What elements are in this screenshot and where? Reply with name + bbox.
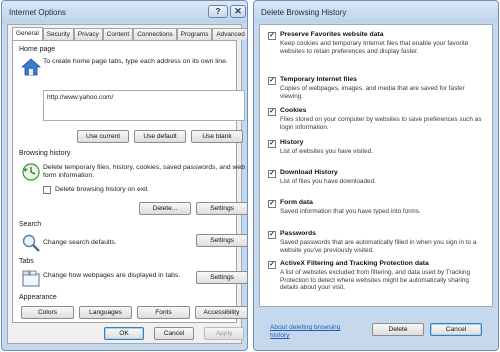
- option-title: ActiveX Filtering and Tracking Protectio…: [280, 260, 429, 267]
- general-tab-page: Home page To create home page tabs, type…: [12, 40, 247, 323]
- tab-security[interactable]: Security: [42, 28, 74, 40]
- title-bar[interactable]: Internet Options ? ✕: [2, 1, 247, 23]
- help-button[interactable]: ?: [208, 5, 228, 18]
- home-page-description: To create home page tabs, type each addr…: [43, 58, 228, 65]
- home-page-heading: Home page: [19, 46, 56, 53]
- tab-content[interactable]: Content: [102, 28, 134, 40]
- browsing-history-heading: Browsing history: [19, 150, 71, 157]
- preserve-favorites-checkbox[interactable]: ✓: [268, 32, 276, 40]
- delete-history-button[interactable]: Delete...: [139, 202, 191, 215]
- option-title: Form data: [280, 199, 313, 206]
- delete-button[interactable]: Delete: [372, 323, 424, 336]
- cancel-button[interactable]: Cancel: [154, 327, 194, 340]
- fonts-button[interactable]: Fonts: [137, 306, 190, 319]
- option-description: A list of websites excluded from filteri…: [280, 269, 471, 292]
- use-default-button[interactable]: Use default: [134, 130, 186, 143]
- option-title: Preserve Favorites website data: [280, 31, 384, 38]
- tab-general[interactable]: General: [12, 27, 43, 40]
- apply-button[interactable]: Apply: [204, 327, 244, 340]
- tab-programs[interactable]: Programs: [176, 28, 213, 40]
- use-blank-button[interactable]: Use blank: [191, 130, 243, 143]
- about-deleting-history-link[interactable]: About deleting browsing history: [270, 324, 358, 340]
- title-bar[interactable]: Delete Browsing History: [254, 1, 498, 23]
- cancel-button[interactable]: Cancel: [430, 323, 482, 336]
- option-title: Passwords: [280, 230, 316, 237]
- option-title: History: [280, 139, 304, 146]
- delete-on-exit-label: Delete browsing history on exit: [55, 186, 148, 193]
- delete-on-exit-checkbox[interactable]: [43, 186, 51, 194]
- option-description: Copies of webpages, images, and media th…: [280, 85, 465, 100]
- download-history-checkbox[interactable]: ✓: [268, 170, 276, 178]
- browsing-history-description: Delete temporary files, history, cookies…: [43, 164, 245, 179]
- history-settings-button[interactable]: Settings: [196, 202, 247, 215]
- option-description: List of websites you have visited.: [280, 148, 374, 155]
- accessibility-button[interactable]: Accessibility: [195, 306, 247, 319]
- option-description: Files stored on your computer by website…: [280, 116, 482, 131]
- tab-connections[interactable]: Connections: [133, 28, 177, 40]
- option-title: Temporary Internet files: [280, 76, 357, 83]
- activex-tracking-checkbox[interactable]: ✓: [268, 261, 276, 269]
- appearance-heading: Appearance: [19, 294, 57, 301]
- tab-advanced[interactable]: Advanced: [212, 28, 247, 40]
- languages-button[interactable]: Languages: [79, 306, 132, 319]
- option-description: Keep cookies and temporary Internet file…: [280, 40, 469, 55]
- temporary-internet-files-checkbox[interactable]: ✓: [268, 77, 276, 85]
- option-description: Saved information that you have typed in…: [280, 208, 421, 215]
- internet-options-window: Internet Options ? ✕ General Security Pr…: [1, 0, 248, 351]
- option-title: Cookies: [280, 107, 307, 114]
- option-description: Saved passwords that are automatically f…: [280, 239, 477, 254]
- form-data-checkbox[interactable]: ✓: [268, 200, 276, 208]
- tabs-settings-button[interactable]: Settings: [196, 271, 247, 284]
- delete-options-pane: ✓ Preserve Favorites website data Keep c…: [259, 24, 493, 307]
- tabs-icon: [21, 269, 41, 289]
- history-icon: [21, 162, 41, 182]
- search-heading: Search: [19, 221, 42, 228]
- tabs-heading: Tabs: [19, 258, 34, 265]
- tabs-description: Change how webpages are displayed in tab…: [43, 272, 181, 279]
- close-button[interactable]: ✕: [230, 5, 246, 18]
- passwords-checkbox[interactable]: ✓: [268, 231, 276, 239]
- house-icon: [20, 57, 42, 77]
- dialog-client-area: General Security Privacy Content Connect…: [7, 24, 247, 344]
- window-title: Internet Options: [9, 8, 66, 17]
- cookies-checkbox[interactable]: ✓: [268, 108, 276, 116]
- option-title: Download History: [280, 169, 338, 176]
- use-current-button[interactable]: Use current: [77, 130, 129, 143]
- option-description: List of files you have downloaded.: [280, 178, 376, 185]
- search-settings-button[interactable]: Settings: [196, 234, 247, 247]
- home-page-address-field[interactable]: http://www.yahoo.com/: [43, 90, 245, 121]
- tab-strip: General Security Privacy Content Connect…: [12, 27, 247, 40]
- delete-browsing-history-window: Delete Browsing History ✓ Preserve Favor…: [253, 0, 499, 351]
- magnifier-icon: [21, 233, 41, 253]
- ok-button[interactable]: OK: [104, 327, 144, 340]
- history-checkbox[interactable]: ✓: [268, 140, 276, 148]
- search-description: Change search defaults.: [43, 239, 117, 246]
- colors-button[interactable]: Colors: [21, 306, 74, 319]
- tab-privacy[interactable]: Privacy: [73, 28, 103, 40]
- window-title: Delete Browsing History: [261, 8, 347, 17]
